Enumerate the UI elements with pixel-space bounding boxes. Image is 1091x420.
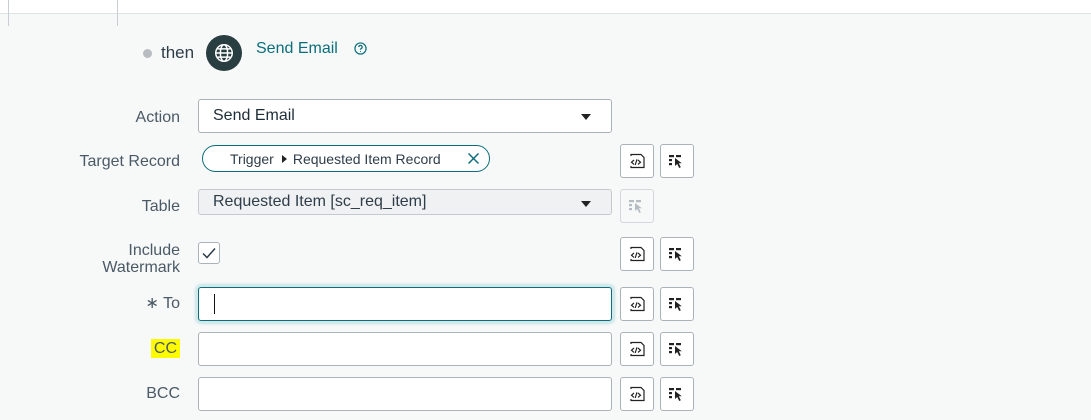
data-pill-picker-icon xyxy=(669,248,682,261)
bcc-pill-picker-button[interactable] xyxy=(660,377,694,411)
table-select[interactable]: Requested Item [sc_req_item] xyxy=(198,189,612,215)
include-watermark-checkbox[interactable] xyxy=(198,242,220,264)
target-record-script-button[interactable] xyxy=(620,144,654,178)
action-select[interactable]: Send Email xyxy=(198,99,612,133)
table-label: Table xyxy=(141,198,180,215)
globe-icon xyxy=(206,35,242,71)
top-bar xyxy=(0,0,1091,26)
send-email-link[interactable]: Send Email xyxy=(256,40,338,58)
pill-segment-trigger: Trigger xyxy=(230,150,274,167)
step-dot xyxy=(143,49,152,58)
divider xyxy=(8,0,9,26)
cc-pill-picker-button[interactable] xyxy=(660,332,694,366)
action-label: Action xyxy=(135,109,180,126)
cc-script-button[interactable] xyxy=(620,332,654,366)
help-circle-icon[interactable] xyxy=(354,42,367,55)
target-record-data-pill[interactable]: Trigger Requested Item Record xyxy=(202,145,490,172)
cc-label-text: CC xyxy=(150,339,180,358)
text-cursor xyxy=(214,294,215,314)
table-select-value: Requested Item [sc_req_item] xyxy=(213,193,427,210)
data-pill-picker-icon xyxy=(669,298,682,311)
script-icon xyxy=(630,341,645,357)
close-icon[interactable] xyxy=(467,152,480,165)
target-record-label: Target Record xyxy=(79,153,181,170)
action-select-value: Send Email xyxy=(213,107,295,124)
cc-input[interactable] xyxy=(198,332,612,366)
include-watermark-label-line2: Watermark xyxy=(102,259,180,276)
to-script-button[interactable] xyxy=(620,287,654,321)
bcc-label: BCC xyxy=(146,385,180,402)
data-pill-picker-icon xyxy=(669,343,682,356)
cc-label: CC xyxy=(0,339,180,358)
to-label: ∗ To xyxy=(145,295,180,312)
data-pill-picker-icon xyxy=(669,155,682,168)
script-icon xyxy=(630,296,645,312)
target-record-pill-picker-button[interactable] xyxy=(660,144,694,178)
script-icon xyxy=(630,153,645,169)
table-pill-picker-button[interactable] xyxy=(620,189,654,223)
pill-segment-requested-item: Requested Item Record xyxy=(292,150,441,167)
then-label: then xyxy=(161,43,195,62)
to-pill-picker-button[interactable] xyxy=(660,287,694,321)
data-pill-picker-icon xyxy=(669,388,682,401)
caret-right-icon xyxy=(281,154,287,163)
include-watermark-label-line1: Include xyxy=(128,242,180,259)
script-icon xyxy=(630,246,645,262)
bcc-input[interactable] xyxy=(198,377,612,411)
to-input[interactable] xyxy=(198,287,612,321)
checkmark-icon xyxy=(202,248,216,259)
chevron-down-icon xyxy=(581,114,591,120)
watermark-pill-picker-button[interactable] xyxy=(660,237,694,271)
script-icon xyxy=(630,386,645,402)
action-step-header: then Send Email xyxy=(0,34,600,72)
divider xyxy=(117,0,118,26)
data-pill-picker-icon xyxy=(629,200,642,213)
chevron-down-icon xyxy=(581,201,591,207)
bcc-script-button[interactable] xyxy=(620,377,654,411)
watermark-script-button[interactable] xyxy=(620,237,654,271)
include-watermark-label: Include Watermark xyxy=(0,242,180,276)
